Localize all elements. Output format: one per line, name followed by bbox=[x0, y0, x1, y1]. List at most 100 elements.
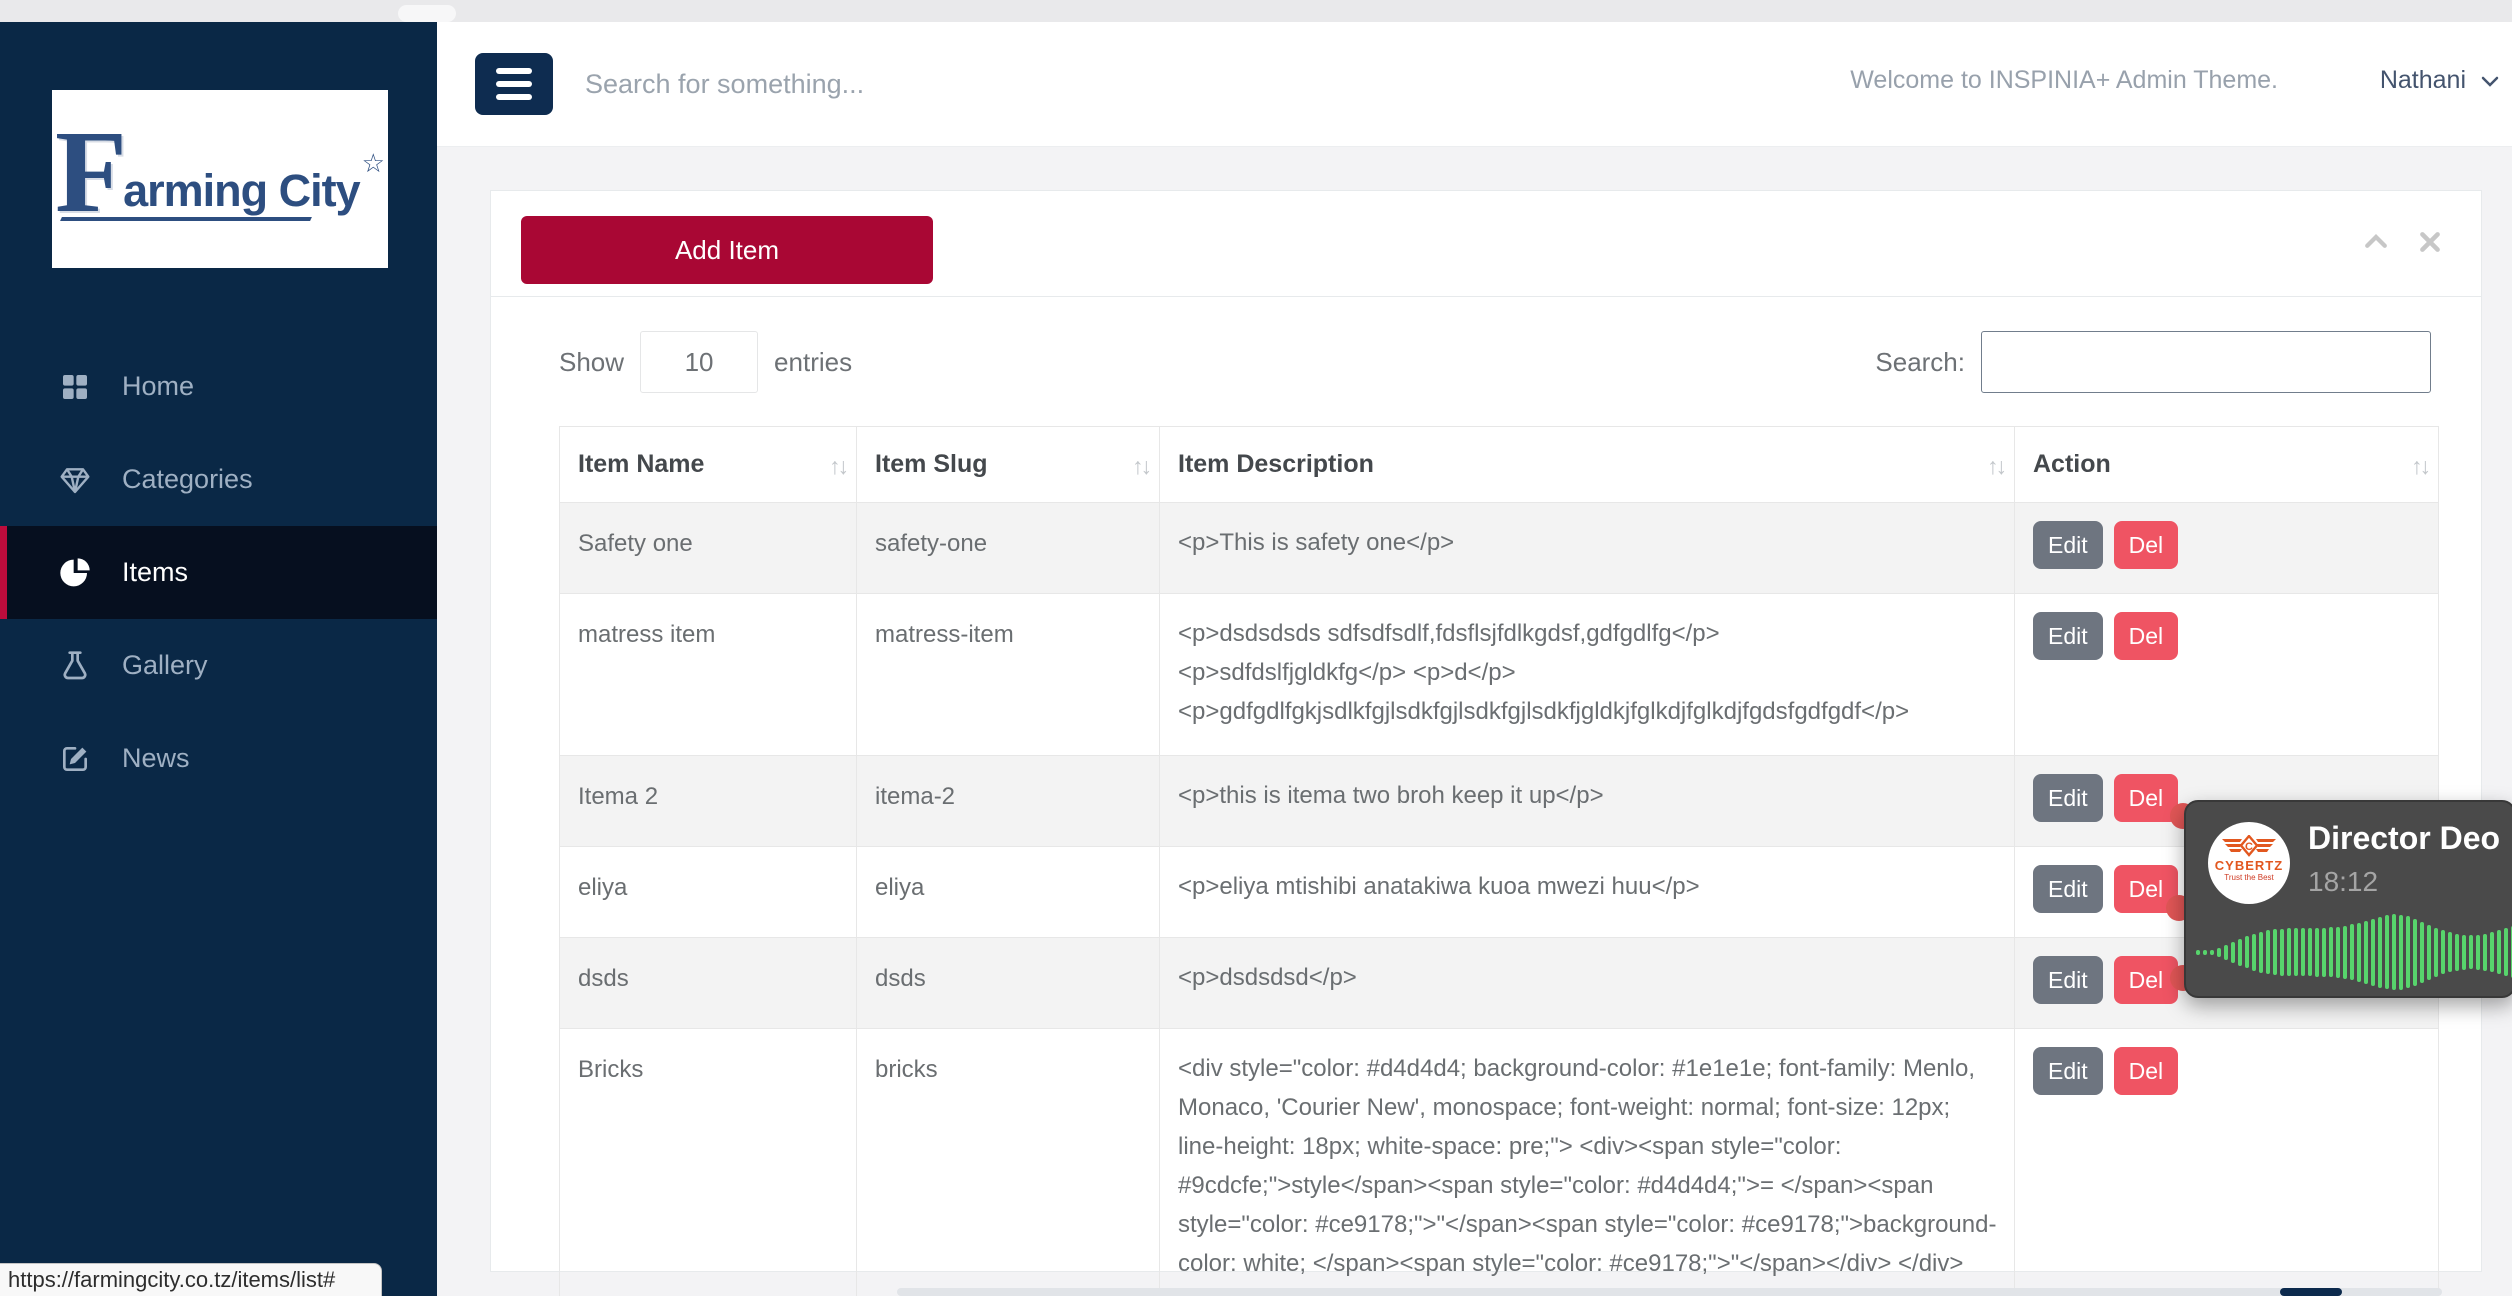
welcome-message: Welcome to INSPINIA+ Admin Theme. bbox=[1850, 66, 2278, 95]
sort-icon[interactable]: ↑↓ bbox=[2411, 453, 2428, 480]
waveform-bar bbox=[2455, 934, 2459, 971]
waveform-bar bbox=[2378, 917, 2382, 988]
chevron-down-icon bbox=[2478, 69, 2502, 93]
table-row: dsdsdsds<p>dsdsdsd</p>EditDel bbox=[560, 938, 2439, 1029]
table-search-input[interactable] bbox=[1981, 331, 2431, 393]
horizontal-scrollbar-thumb[interactable] bbox=[2280, 1288, 2342, 1296]
sort-icon[interactable]: ↑↓ bbox=[1987, 453, 2004, 480]
table-header-row: Item Name↑↓ Item Slug ↑↓ Item Description ↑↓… bbox=[560, 427, 2439, 503]
sidebar-item-label: Home bbox=[122, 371, 194, 402]
sidebar-item-label: News bbox=[122, 743, 190, 774]
items-panel: Add Item Show 10 entries Search: bbox=[490, 190, 2482, 1272]
audio-player-overlay: C CYBERTZ Trust the Best Director Deo 18… bbox=[2168, 795, 2512, 1003]
sidebar-toggle-button[interactable] bbox=[475, 53, 553, 115]
user-name: Nathani bbox=[2380, 66, 2466, 95]
waveform-bar bbox=[2329, 927, 2333, 977]
browser-tab-nub bbox=[398, 5, 456, 22]
waveform-bar bbox=[2441, 930, 2445, 974]
topbar: Welcome to INSPINIA+ Admin Theme. Nathan… bbox=[437, 22, 2512, 147]
delete-button[interactable]: Del bbox=[2114, 521, 2179, 569]
waveform-bar bbox=[2483, 934, 2487, 971]
waveform-bar bbox=[2413, 919, 2417, 986]
item-slug-cell: bricks bbox=[857, 1029, 1160, 1296]
edit-button[interactable]: Edit bbox=[2033, 612, 2103, 660]
edit-icon bbox=[58, 742, 92, 776]
table-row: eliyaeliya<p>eliya mtishibi anatakiwa ku… bbox=[560, 847, 2439, 938]
item-description-cell: <p>This is safety one</p> bbox=[1160, 503, 2015, 594]
global-search-input[interactable] bbox=[585, 52, 1225, 116]
sidebar-item-items[interactable]: Items bbox=[0, 526, 437, 619]
delete-button[interactable]: Del bbox=[2114, 612, 2179, 660]
item-description-cell: <p>this is itema two broh keep it up</p> bbox=[1160, 756, 2015, 847]
user-menu[interactable]: Nathani bbox=[2380, 66, 2502, 95]
logo[interactable]: F arming City ☆ bbox=[52, 90, 388, 268]
waveform-bar bbox=[2287, 928, 2291, 976]
hamburger-icon bbox=[496, 68, 532, 74]
sidebar-item-news[interactable]: News bbox=[0, 712, 437, 805]
waveform-bar bbox=[2259, 932, 2263, 973]
close-panel-icon[interactable] bbox=[2417, 229, 2443, 255]
item-slug-cell: dsds bbox=[857, 938, 1160, 1029]
sidebar-nav: Home Categories Items Gallery News bbox=[0, 340, 437, 805]
audio-player-card[interactable]: C CYBERTZ Trust the Best Director Deo 18… bbox=[2184, 800, 2512, 998]
waveform-bar bbox=[2315, 928, 2319, 977]
sidebar-item-gallery[interactable]: Gallery bbox=[0, 619, 437, 712]
waveform-bar bbox=[2308, 928, 2312, 976]
item-slug-cell: safety-one bbox=[857, 503, 1160, 594]
audio-waveform[interactable] bbox=[2196, 912, 2512, 992]
waveform-bar bbox=[2294, 928, 2298, 976]
waveform-bar bbox=[2350, 924, 2354, 980]
diamond-icon bbox=[58, 463, 92, 497]
column-header[interactable]: Action↑↓ bbox=[2015, 427, 2439, 503]
table-row: Safety onesafety-one<p>This is safety on… bbox=[560, 503, 2439, 594]
cybertz-logo-title: CYBERTZ bbox=[2208, 859, 2290, 873]
cybertz-logo-subtitle: Trust the Best bbox=[2208, 873, 2290, 882]
waveform-bar bbox=[2245, 936, 2249, 968]
waveform-bar bbox=[2210, 950, 2214, 955]
item-slug-cell: itema-2 bbox=[857, 756, 1160, 847]
waveform-bar bbox=[2392, 914, 2396, 990]
action-cell: EditDel bbox=[2015, 503, 2439, 594]
table-body: Safety onesafety-one<p>This is safety on… bbox=[560, 503, 2439, 1296]
column-header[interactable]: Item Name↑↓ bbox=[560, 427, 857, 503]
edit-button[interactable]: Edit bbox=[2033, 865, 2103, 913]
waveform-bar bbox=[2266, 930, 2270, 974]
edit-button[interactable]: Edit bbox=[2033, 774, 2103, 822]
edit-button[interactable]: Edit bbox=[2033, 521, 2103, 569]
horizontal-scrollbar[interactable] bbox=[897, 1288, 2442, 1296]
sidebar-item-label: Items bbox=[122, 557, 188, 588]
main-content: Add Item Show 10 entries Search: bbox=[437, 147, 2512, 1296]
sort-icon[interactable]: ↑↓ bbox=[1132, 453, 1149, 480]
svg-text:C: C bbox=[2245, 841, 2253, 853]
item-description-cell: <p>eliya mtishibi anatakiwa kuoa mwezi h… bbox=[1160, 847, 2015, 938]
waveform-bar bbox=[2504, 928, 2508, 976]
waveform-bar bbox=[2406, 916, 2410, 988]
column-header-label: Item Slug bbox=[875, 450, 988, 478]
item-name-cell: eliya bbox=[560, 847, 857, 938]
table-row: Itema 2itema-2<p>this is itema two broh … bbox=[560, 756, 2439, 847]
table-row: matress itemmatress-item<p>dsdsdsds sdfs… bbox=[560, 594, 2439, 756]
collapse-panel-icon[interactable] bbox=[2361, 227, 2391, 257]
delete-button[interactable]: Del bbox=[2114, 1047, 2179, 1095]
waveform-bar bbox=[2371, 919, 2375, 986]
waveform-bar bbox=[2196, 950, 2200, 955]
flask-icon bbox=[58, 649, 92, 683]
waveform-bar bbox=[2343, 926, 2347, 979]
waveform-bar bbox=[2469, 935, 2473, 969]
column-header-label: Item Description bbox=[1178, 450, 1374, 478]
sidebar-item-categories[interactable]: Categories bbox=[0, 433, 437, 526]
entries-select[interactable]: 10 bbox=[640, 331, 758, 393]
action-cell: EditDel bbox=[2015, 1029, 2439, 1296]
add-item-button[interactable]: Add Item bbox=[521, 216, 933, 284]
panel-header: Add Item bbox=[491, 191, 2481, 297]
edit-button[interactable]: Edit bbox=[2033, 956, 2103, 1004]
item-name-cell: matress item bbox=[560, 594, 857, 756]
sort-icon[interactable]: ↑↓ bbox=[829, 453, 846, 480]
waveform-bar bbox=[2427, 925, 2431, 980]
waveform-bar bbox=[2224, 945, 2228, 960]
table-search-control: Search: bbox=[1875, 331, 2431, 393]
sidebar-item-home[interactable]: Home bbox=[0, 340, 437, 433]
edit-button[interactable]: Edit bbox=[2033, 1047, 2103, 1095]
column-header[interactable]: Item Description ↑↓ bbox=[1160, 427, 2015, 503]
column-header[interactable]: Item Slug ↑↓ bbox=[857, 427, 1160, 503]
